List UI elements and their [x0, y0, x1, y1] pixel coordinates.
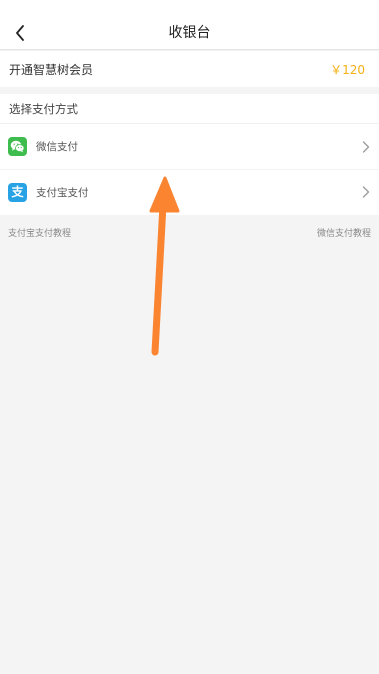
payment-tutorials: 支付宝支付教程 微信支付教程 — [0, 226, 379, 240]
page-title: 收银台 — [168, 25, 211, 41]
payment-section-title: 选择支付方式 — [0, 94, 379, 124]
back-button[interactable] — [0, 0, 40, 50]
wechat-icon — [8, 137, 27, 156]
alipay-tutorial-link[interactable]: 支付宝支付教程 — [8, 226, 71, 240]
alipay-option[interactable]: 支 支付宝支付 — [0, 169, 379, 214]
wechat-pay-label: 微信支付 — [36, 141, 78, 153]
chevron-right-icon — [362, 140, 370, 153]
membership-price: ￥120 — [330, 62, 365, 77]
alipay-icon: 支 — [8, 182, 27, 202]
membership-order-row: 开通智慧树会员 ￥120 — [0, 51, 379, 87]
wechat-pay-option[interactable]: 微信支付 — [0, 124, 379, 169]
membership-label: 开通智慧树会员 — [9, 62, 94, 77]
chevron-right-icon — [362, 186, 370, 198]
wechat-tutorial-link[interactable]: 微信支付教程 — [317, 226, 371, 240]
alipay-label: 支付宝支付 — [36, 186, 89, 199]
chevron-left-icon — [16, 25, 24, 41]
cashier-page: 收银台 开通智慧树会员 ￥120 选择支付方式 微信支付 支 支付宝支付 支付宝… — [0, 0, 379, 674]
payment-method-section: 选择支付方式 微信支付 支 支付宝支付 — [0, 94, 379, 215]
top-navigation-bar: 收银台 — [0, 0, 379, 50]
